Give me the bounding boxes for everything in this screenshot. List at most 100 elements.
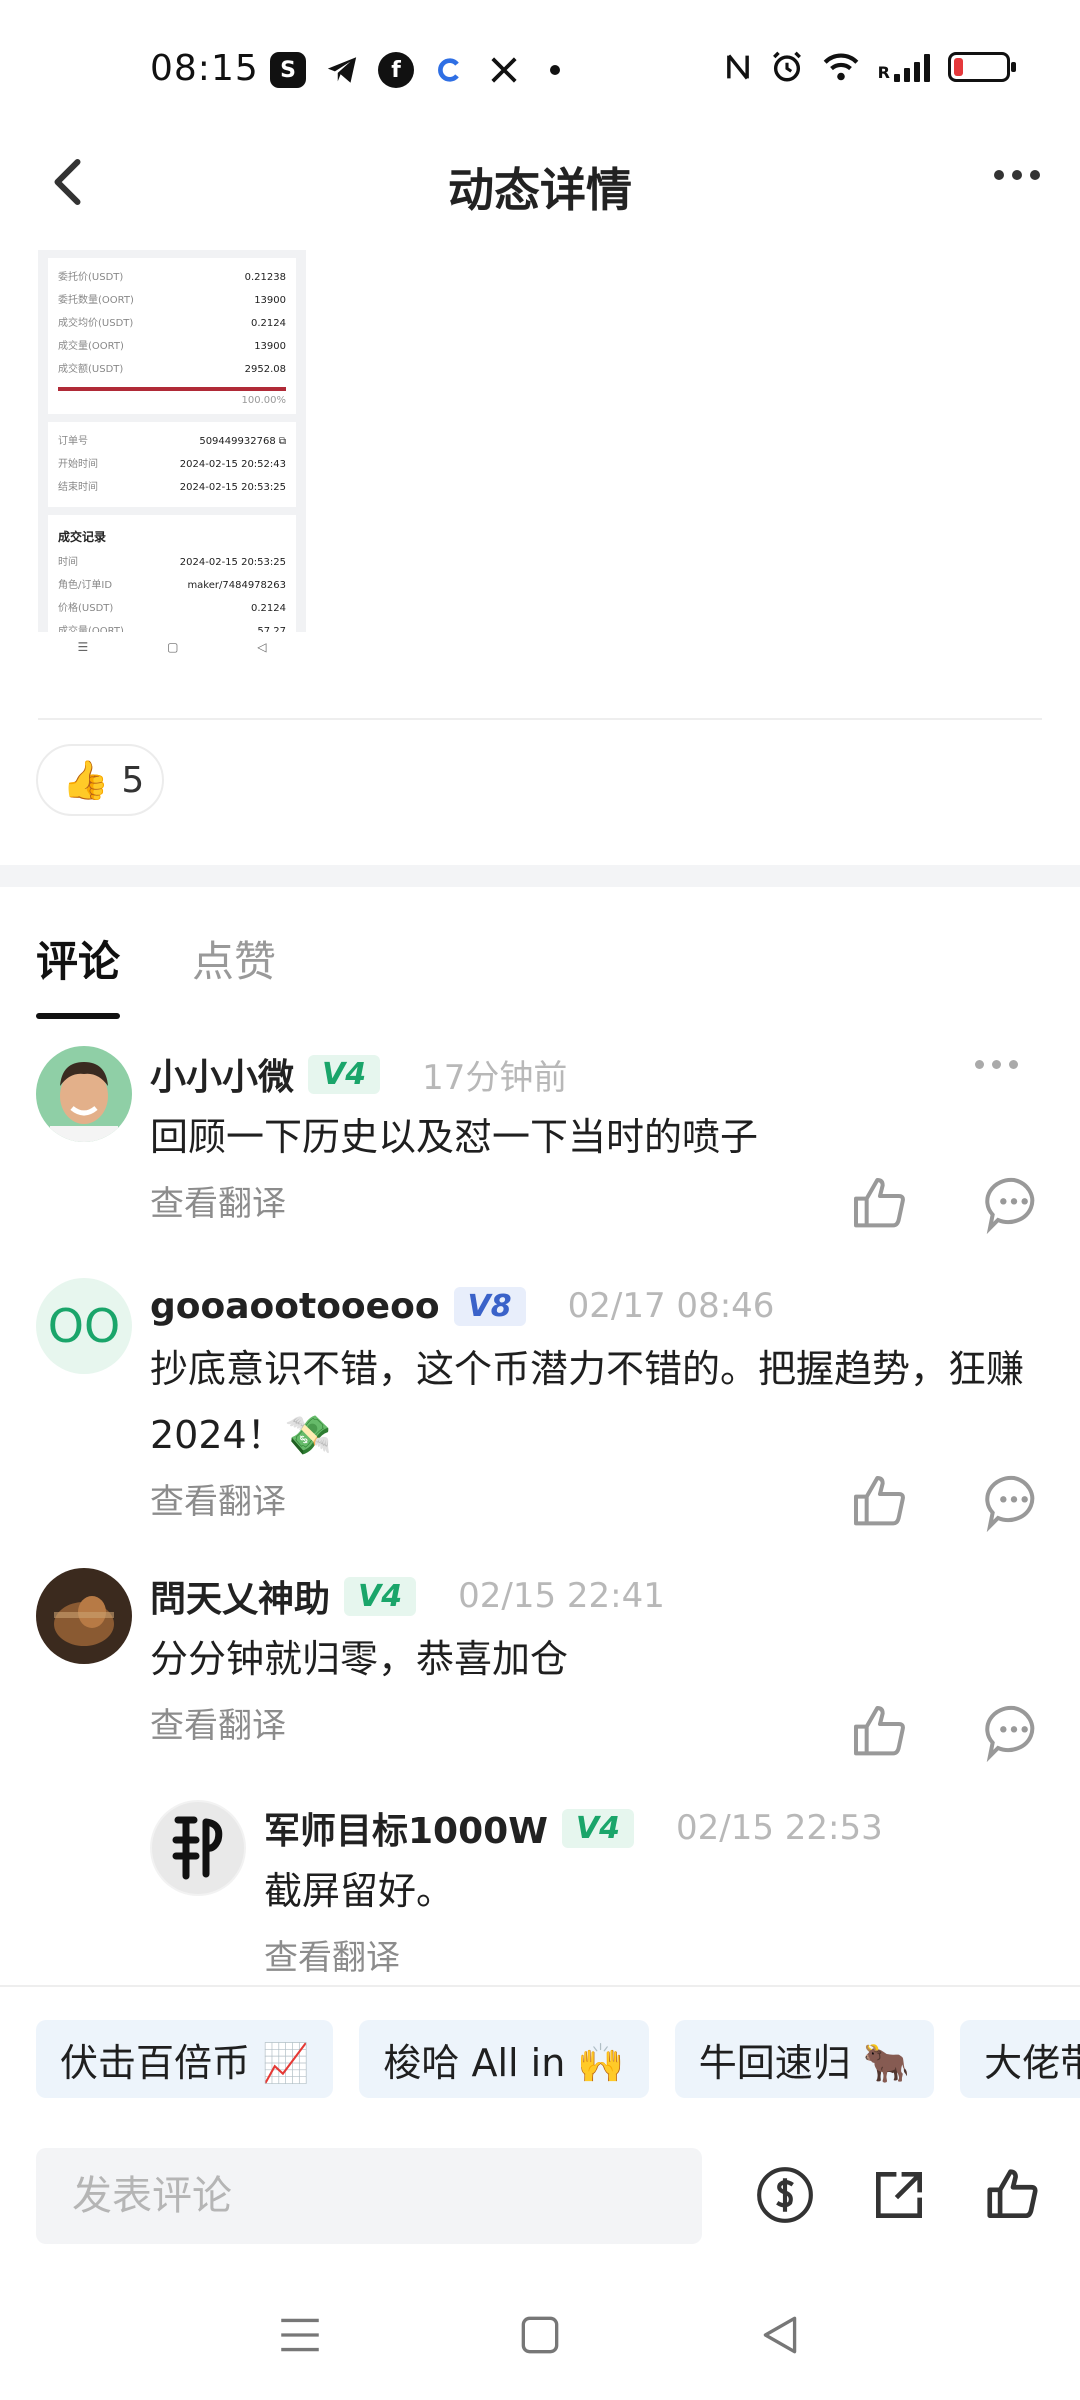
order-detail-card: 委托价(USDT) 0.21238 委托数量(OORT) 13900 成交均价(US…	[48, 258, 296, 414]
quick-reply-chip[interactable]: 梭哈 All in 🙌	[359, 2020, 649, 2098]
coin-tip-icon[interactable]	[754, 2164, 816, 2226]
wifi-icon	[823, 53, 858, 81]
comment-time: 17分钟前	[422, 1057, 568, 1098]
quick-reply-chip[interactable]: 大佬带	[960, 2020, 1080, 2098]
nfc-icon	[726, 54, 749, 80]
avatar[interactable]: OO	[36, 1278, 132, 1374]
detail-row: 成交量(OORT) 13900	[58, 341, 286, 352]
status-time: 08:15	[150, 48, 259, 89]
detail-row: 委托数量(OORT) 13900	[58, 295, 286, 306]
comment-meta: gooaootooeoo V8 02/17 08:46	[150, 1278, 1046, 1334]
avatar[interactable]	[150, 1800, 246, 1896]
thumbs-up-icon[interactable]	[982, 2164, 1044, 2226]
divider	[38, 718, 1042, 720]
comment-bubble-icon[interactable]	[982, 1470, 1046, 1534]
level-badge: V4	[561, 1808, 634, 1848]
comment-meta: 問天乂神助 V4 02/15 22:41	[150, 1568, 1046, 1624]
system-icons: R	[724, 50, 1016, 84]
home-icon: ▢	[167, 640, 179, 654]
x-icon	[486, 52, 522, 88]
comment-time: 02/15 22:41	[458, 1576, 665, 1616]
post-image[interactable]: 委托价(USDT) 0.21238 委托数量(OORT) 13900 成交均价(US…	[38, 250, 306, 662]
comment-more-button[interactable]	[975, 1060, 1018, 1069]
reaction-count: 5	[121, 759, 145, 801]
trade-records-card: 成交记录 时间 2024-02-15 20:53:25 角色/订单ID maker/…	[48, 515, 296, 651]
quick-reply-chip[interactable]: 牛回速归 🐂	[674, 2020, 935, 2098]
more-notifications-dot	[550, 65, 560, 75]
more-options-button[interactable]	[994, 170, 1040, 180]
level-badge: V8	[453, 1286, 526, 1326]
detail-row: 成交均价(USDT) 0.2124	[58, 318, 286, 329]
reaction-pill[interactable]: 👍 5	[36, 744, 164, 816]
username[interactable]: gooaootooeoo	[150, 1286, 440, 1327]
detail-row: 成交额(USDT) 2952.08	[58, 364, 286, 375]
thumbs-up-icon[interactable]	[848, 1470, 912, 1534]
comment-input[interactable]	[36, 2148, 702, 2244]
comment-text: 抄底意识不错，这个币潜力不错的。把握趋势，狂赚2024！💸	[150, 1347, 1025, 1457]
level-badge: V4	[344, 1576, 417, 1616]
comment-text: 分分钟就归零，恭喜加仓	[150, 1637, 569, 1681]
detail-row: 角色/订单ID maker/7484978263	[58, 580, 286, 591]
battery-icon	[948, 52, 1016, 82]
comment-bubble-icon[interactable]	[982, 1172, 1046, 1236]
c-icon	[432, 52, 468, 88]
comment-actions	[848, 1700, 1046, 1764]
signal-icon: R	[878, 52, 930, 82]
section-separator	[0, 865, 1080, 887]
facebook-icon: f	[378, 52, 414, 88]
username[interactable]: 問天乂神助	[150, 1570, 330, 1622]
thumbs-up-icon[interactable]	[848, 1172, 912, 1236]
menu-icon: ☰	[77, 640, 89, 654]
comment-tabs: 评论 点赞	[36, 928, 276, 1019]
comment-actions	[848, 1172, 1046, 1236]
level-badge: V4	[308, 1054, 381, 1094]
avatar[interactable]	[36, 1046, 132, 1142]
username[interactable]: 军师目标1000W	[264, 1802, 548, 1854]
more-dot	[994, 170, 1004, 180]
back-icon: ◁	[257, 640, 267, 654]
records-title: 成交记录	[58, 530, 107, 544]
detail-row: 订单号 509449932768 ⧉	[58, 436, 286, 447]
detail-row: 价格(USDT) 0.2124	[58, 603, 286, 614]
comment-time: 02/15 22:53	[676, 1808, 883, 1848]
menu-icon[interactable]	[275, 2310, 325, 2360]
comment-actions	[848, 1470, 1046, 1534]
status-bar: 08:15 S f R	[0, 0, 1080, 140]
avatar[interactable]	[36, 1568, 132, 1664]
detail-row: 时间 2024-02-15 20:53:25	[58, 557, 286, 568]
order-info-card: 订单号 509449932768 ⧉ 开始时间 2024-02-15 20:52:4…	[48, 422, 296, 507]
s-icon: S	[270, 52, 306, 88]
quick-reply-chip[interactable]: 伏击百倍币 📈	[36, 2020, 334, 2098]
input-actions	[754, 2164, 1044, 2226]
comment-item: 小小小微 V4 17分钟前 回顾一下历史以及怼一下当时的喷子 查看翻译	[36, 1046, 1046, 1236]
more-dot	[1012, 170, 1022, 180]
tab-comments[interactable]: 评论	[36, 928, 121, 1019]
system-nav-bar	[0, 2270, 1080, 2400]
thumbs-up-icon[interactable]	[848, 1700, 912, 1764]
comment-meta: 军师目标1000W V4 02/15 22:53	[264, 1800, 1046, 1856]
notification-icons: S f	[270, 52, 560, 88]
quick-reply-chips: 伏击百倍币 📈 梭哈 All in 🙌 牛回速归 🐂 大佬带	[36, 2020, 1080, 2098]
more-dot	[1030, 170, 1040, 180]
fill-progress-label: 100.00%	[241, 395, 287, 406]
comment-text: 截屏留好。	[264, 1869, 455, 1913]
reply-item: 军师目标1000W V4 02/15 22:53 截屏留好。 查看翻译	[150, 1800, 1046, 1980]
tab-likes[interactable]: 点赞	[192, 928, 276, 1019]
comment-body: 军师目标1000W V4 02/15 22:53 截屏留好。 查看翻译	[264, 1800, 1046, 1979]
telegram-icon	[324, 52, 360, 88]
detail-row: 开始时间 2024-02-15 20:52:43	[58, 459, 286, 470]
comment-meta: 小小小微 V4 17分钟前	[150, 1046, 1046, 1102]
thumbnail-nav-bar: ☰ ▢ ◁	[38, 632, 306, 662]
share-icon[interactable]	[868, 2164, 930, 2226]
fill-progress-bar	[58, 387, 286, 391]
divider	[0, 1985, 1080, 1987]
comment-item: OO gooaootooeoo V8 02/17 08:46 抄底意识不错，这个…	[36, 1278, 1046, 1538]
translate-link[interactable]: 查看翻译	[264, 1930, 1046, 1979]
comment-bubble-icon[interactable]	[982, 1700, 1046, 1764]
home-icon[interactable]	[515, 2310, 565, 2360]
page-title: 动态详情	[448, 163, 632, 217]
username[interactable]: 小小小微	[150, 1048, 294, 1100]
alarm-icon	[772, 51, 801, 82]
comment-item: 問天乂神助 V4 02/15 22:41 分分钟就归零，恭喜加仓 查看翻译	[36, 1568, 1046, 1763]
back-icon[interactable]	[755, 2310, 805, 2360]
